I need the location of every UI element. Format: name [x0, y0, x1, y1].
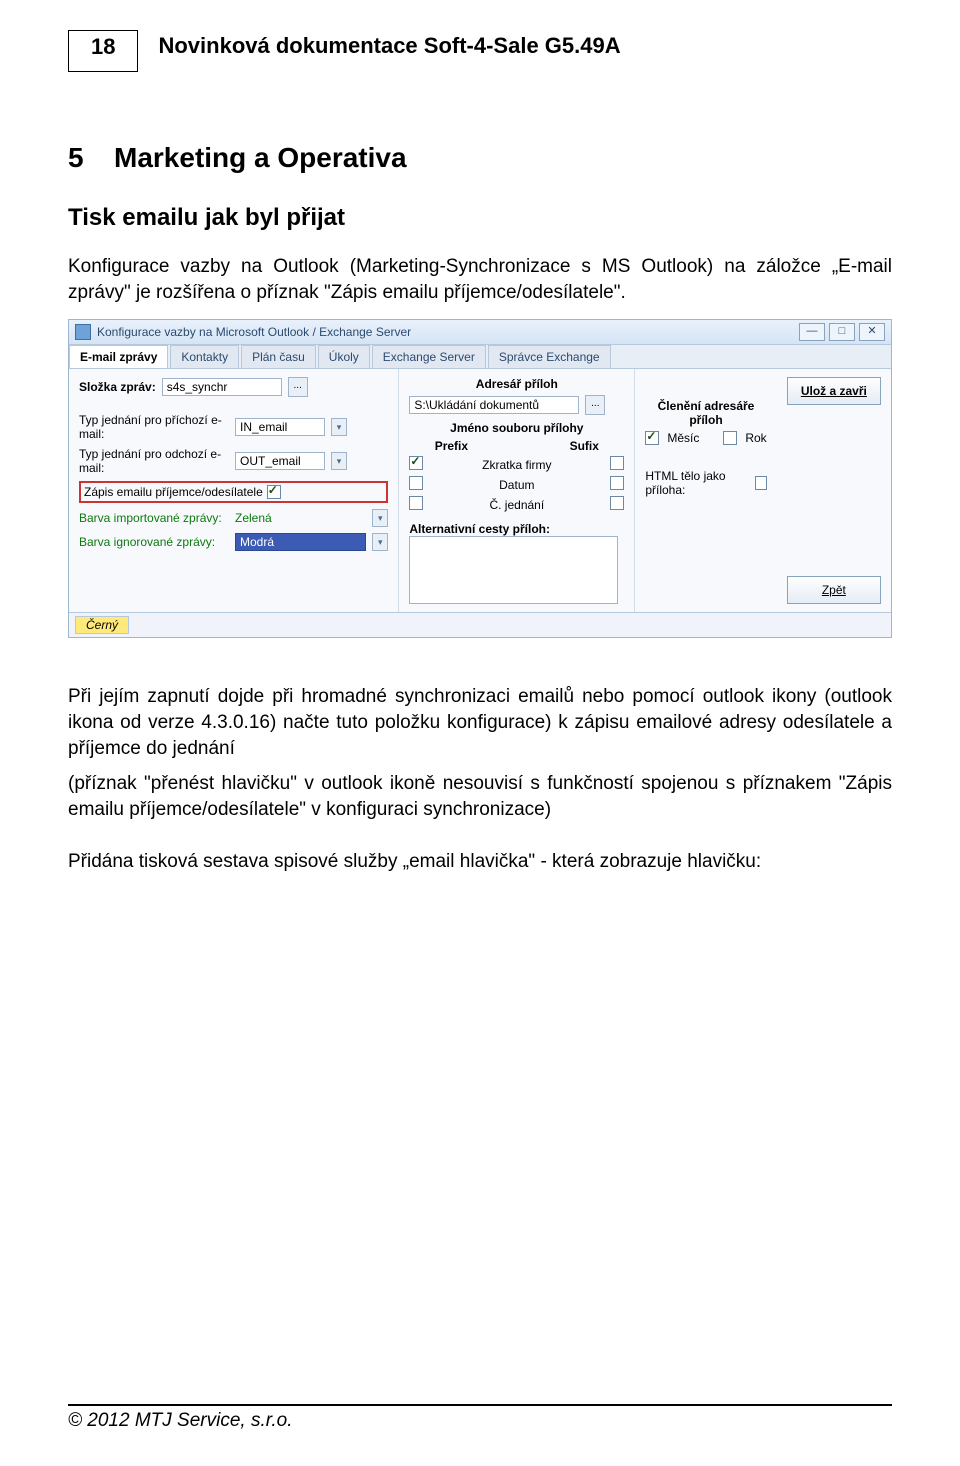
- section-heading: 5Marketing a Operativa: [68, 142, 892, 174]
- tab-exchange-server[interactable]: Exchange Server: [372, 345, 486, 368]
- paragraph-3: (příznak "přenést hlavičku" v outlook ik…: [68, 771, 892, 822]
- section-number: 5: [68, 142, 114, 174]
- barva-ign-label: Barva ignorované zprávy:: [79, 535, 229, 549]
- paragraph-4: Přidána tisková sestava spisové služby „…: [68, 849, 892, 875]
- section-title: Marketing a Operativa: [114, 142, 407, 173]
- typ-out-label: Typ jednání pro odchozí e-mail:: [79, 447, 229, 475]
- typ-in-label: Typ jednání pro příchozí e-mail:: [79, 413, 229, 441]
- window-minimize-button[interactable]: —: [799, 323, 825, 341]
- typ-out-input[interactable]: [235, 452, 325, 470]
- rok-checkbox[interactable]: [723, 431, 737, 445]
- window-close-button[interactable]: ✕: [859, 323, 885, 341]
- app-icon: [75, 324, 91, 340]
- barva-imp-dropdown-icon[interactable]: ▾: [372, 509, 388, 527]
- window-footer: Černý: [69, 612, 891, 637]
- adresar-browse-button[interactable]: ...: [585, 395, 605, 415]
- tab-ukoly[interactable]: Úkoly: [318, 345, 370, 368]
- back-button[interactable]: Zpět: [787, 576, 881, 604]
- html-label: HTML tělo jako příloha:: [645, 469, 747, 497]
- middle-column: Adresář příloh ... Jméno souboru přílohy…: [399, 369, 635, 612]
- zapis-highlight: Zápis emailu příjemce/odesílatele: [79, 481, 388, 503]
- zapis-label: Zápis emailu příjemce/odesílatele: [84, 485, 263, 499]
- col-sufix-label: Sufix: [570, 439, 599, 453]
- paragraph-2: Při jejím zapnutí dojde při hromadné syn…: [68, 684, 892, 761]
- row-zkratka-label: Zkratka firmy: [429, 458, 604, 472]
- cleneni-header: Členění adresáře příloh: [645, 399, 766, 427]
- row-cjednani-label: Č. jednání: [429, 498, 604, 512]
- html-checkbox[interactable]: [755, 476, 767, 490]
- sufix-datum-checkbox[interactable]: [610, 476, 624, 490]
- window-title: Konfigurace vazby na Microsoft Outlook /…: [97, 325, 799, 339]
- tab-spravce-exchange[interactable]: Správce Exchange: [488, 345, 611, 368]
- barva-imp-value: Zelená: [235, 511, 366, 525]
- window-titlebar: Konfigurace vazby na Microsoft Outlook /…: [69, 320, 891, 345]
- tab-email-zpravy[interactable]: E-mail zprávy: [69, 345, 168, 368]
- config-window: Konfigurace vazby na Microsoft Outlook /…: [68, 319, 892, 638]
- page-footer: © 2012 MTJ Service, s.r.o.: [68, 1404, 892, 1432]
- sufix-cjednani-checkbox[interactable]: [610, 496, 624, 510]
- mesic-checkbox[interactable]: [645, 431, 659, 445]
- color-chip-cerny[interactable]: Černý: [75, 616, 129, 634]
- folder-label: Složka zpráv:: [79, 380, 156, 394]
- right-button-column: Ulož a zavři Zpět: [777, 369, 891, 612]
- rok-label: Rok: [745, 431, 766, 445]
- barva-ign-dropdown-icon[interactable]: ▾: [372, 533, 388, 551]
- barva-imp-label: Barva importované zprávy:: [79, 511, 229, 525]
- adresar-header: Adresář příloh: [409, 377, 624, 391]
- doc-title: Novinková dokumentace Soft-4-Sale G5.49A: [158, 30, 620, 59]
- subsection-heading: Tisk emailu jak byl přijat: [68, 204, 892, 232]
- paragraph-intro: Konfigurace vazby na Outlook (Marketing-…: [68, 254, 892, 305]
- tab-kontakty[interactable]: Kontakty: [170, 345, 239, 368]
- folder-input[interactable]: [162, 378, 282, 396]
- barva-ign-value: Modrá: [235, 533, 366, 551]
- prefix-datum-checkbox[interactable]: [409, 476, 423, 490]
- sufix-zkratka-checkbox[interactable]: [610, 456, 624, 470]
- tab-bar: E-mail zprávy Kontakty Plán času Úkoly E…: [69, 345, 891, 369]
- right-column: Členění adresáře příloh Měsíc Rok HTML t…: [635, 369, 776, 612]
- page-number: 18: [68, 30, 138, 72]
- mesic-label: Měsíc: [667, 431, 699, 445]
- zapis-checkbox[interactable]: [267, 485, 281, 499]
- tab-plan-casu[interactable]: Plán času: [241, 345, 316, 368]
- prefix-zkratka-checkbox[interactable]: [409, 456, 423, 470]
- jmeno-souboru-header: Jméno souboru přílohy: [409, 421, 624, 435]
- folder-browse-button[interactable]: ...: [288, 377, 308, 397]
- save-close-button[interactable]: Ulož a zavři: [787, 377, 881, 405]
- typ-in-dropdown-icon[interactable]: ▾: [331, 418, 347, 436]
- row-datum-label: Datum: [429, 478, 604, 492]
- left-column: Složka zpráv: ... Typ jednání pro přícho…: [69, 369, 399, 612]
- col-prefix-label: Prefix: [435, 439, 468, 453]
- typ-out-dropdown-icon[interactable]: ▾: [331, 452, 347, 470]
- prefix-cjednani-checkbox[interactable]: [409, 496, 423, 510]
- alt-cesty-list[interactable]: [409, 536, 617, 604]
- adresar-path-input[interactable]: [409, 396, 579, 414]
- window-maximize-button[interactable]: □: [829, 323, 855, 341]
- alt-cesty-label: Alternativní cesty příloh:: [409, 522, 550, 536]
- typ-in-input[interactable]: [235, 418, 325, 436]
